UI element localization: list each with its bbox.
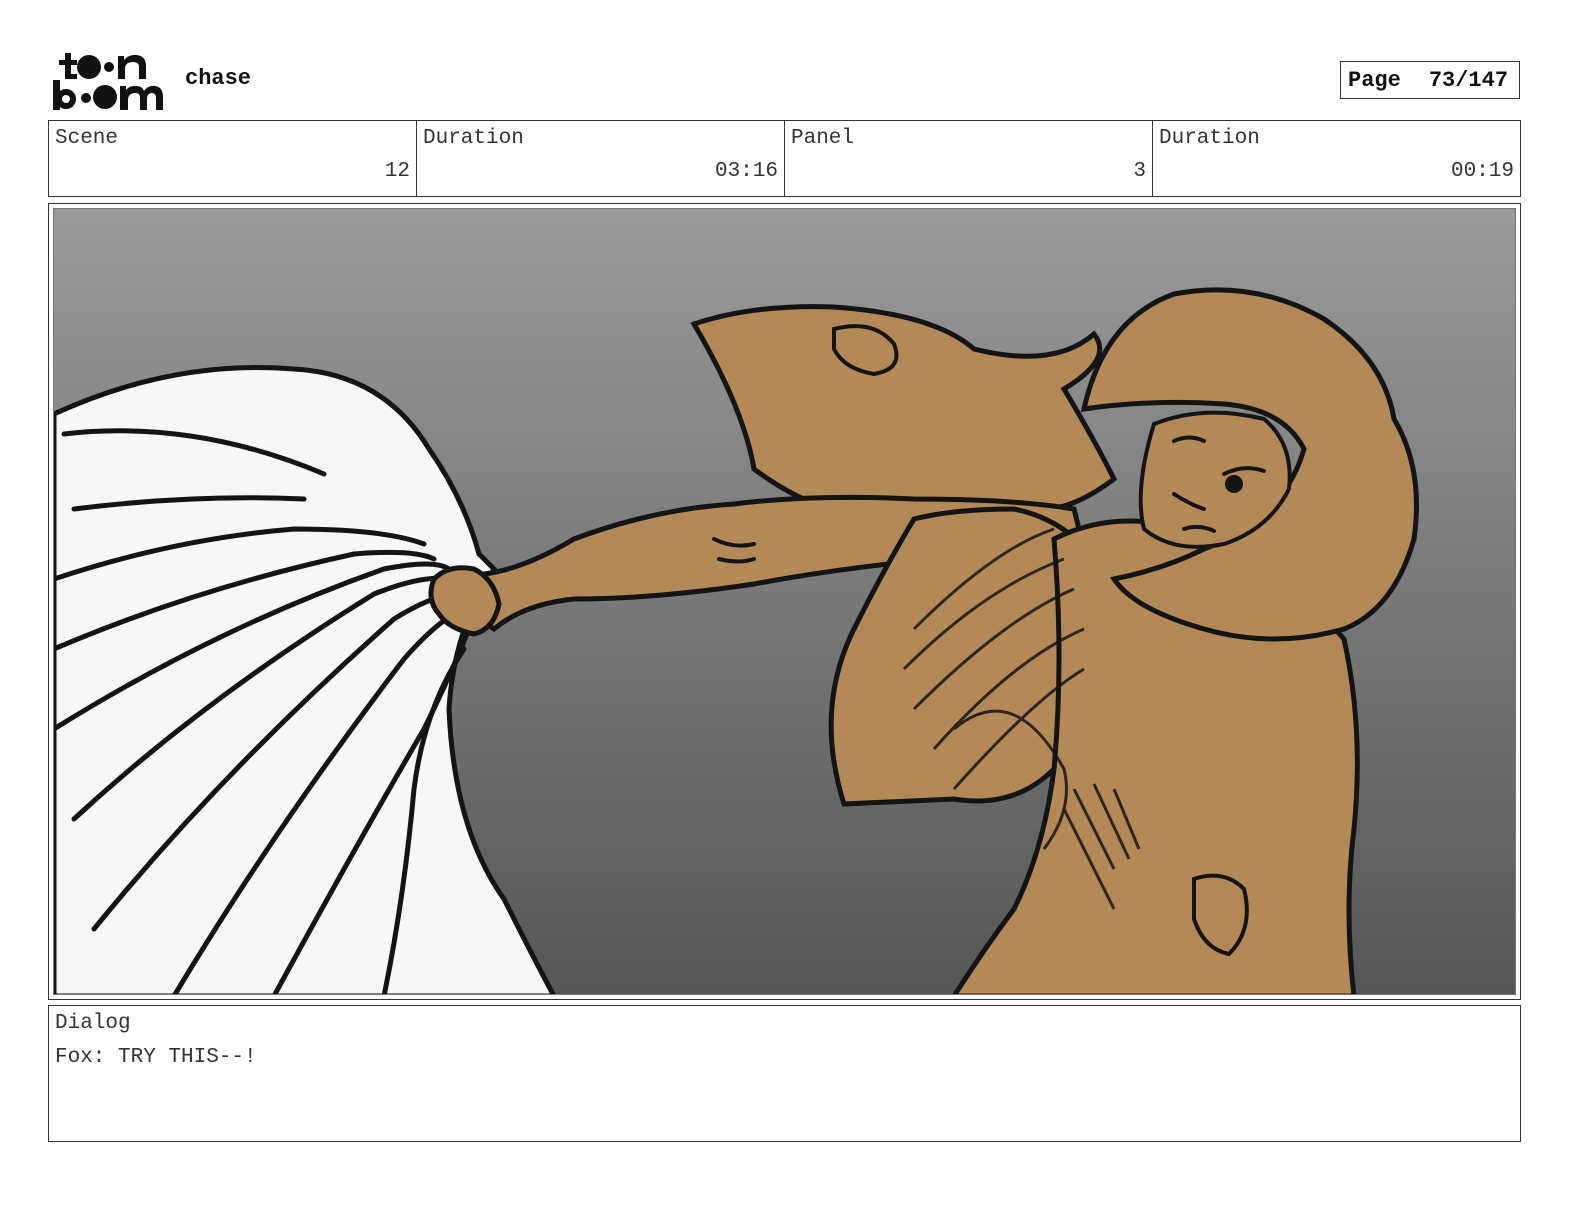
scene-duration-cell: Duration 03:16: [417, 121, 785, 196]
page-label: Page: [1348, 67, 1401, 93]
panel-cell: Panel 3: [785, 121, 1153, 196]
dialog-box: Dialog Fox: TRY THIS--!: [48, 1005, 1521, 1142]
scene-duration-caption: Duration: [423, 127, 524, 150]
storyboard-drawing-icon: [54, 209, 1515, 994]
panel-duration-cell: Duration 00:19: [1153, 121, 1520, 196]
dialog-caption: Dialog: [55, 1012, 131, 1035]
scene-caption: Scene: [55, 127, 119, 150]
panel-duration-caption: Duration: [1159, 127, 1260, 150]
scene-info-row: Scene 12 Duration 03:16 Panel 3 Duration…: [48, 120, 1521, 197]
panel-image: [53, 208, 1516, 995]
panel-value: 3: [1133, 160, 1146, 183]
storyboard-panel: [48, 203, 1521, 1000]
toonboom-logo: [52, 50, 164, 112]
project-title: chase: [185, 66, 252, 91]
panel-duration-value: 00:19: [1450, 160, 1514, 183]
scene-value: 12: [384, 160, 410, 183]
scene-cell: Scene 12: [49, 121, 417, 196]
dialog-text: Fox: TRY THIS--!: [55, 1046, 257, 1069]
page-indicator: Page 73/147: [1340, 61, 1520, 99]
page-number: 73/147: [1428, 67, 1509, 93]
scene-duration-value: 03:16: [714, 160, 778, 183]
panel-caption: Panel: [791, 127, 855, 150]
